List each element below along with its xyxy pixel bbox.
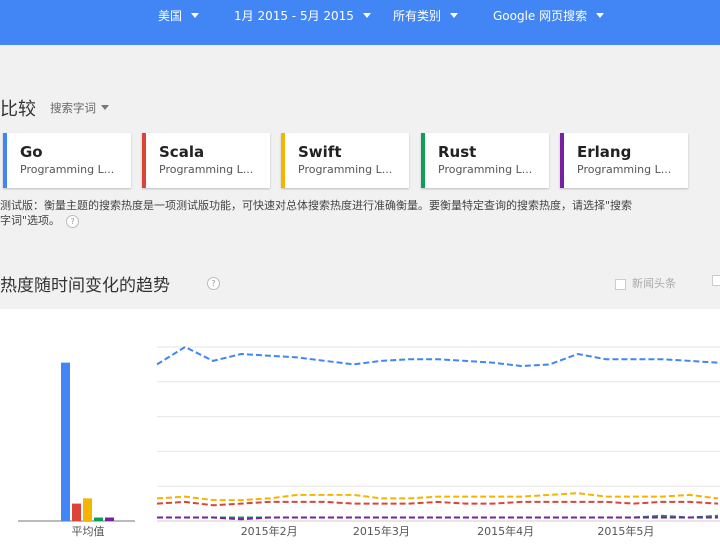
category-filter[interactable]: 所有类别 [393,7,459,24]
term-name: Go [20,143,43,161]
term-category: Programming L... [298,163,393,176]
trend-chart: 平均值 2015年2月 2015年3月 2015年4月 2015年5月 [18,345,720,538]
term-color-bar [560,133,564,188]
average-bar [61,362,70,521]
beta-notice: 测试版：衡量主题的搜索热度是一项测试版功能，可快速对总体搜索热度进行准确衡量。要… [0,198,640,228]
term-category: Programming L... [20,163,115,176]
term-card-scala[interactable]: Scala Programming L... [142,133,270,188]
chevron-down-icon [362,13,371,18]
term-name: Rust [438,143,477,161]
term-color-bar [281,133,285,188]
term-category: Programming L... [438,163,533,176]
term-card-erlang[interactable]: Erlang Programming L... [560,133,688,188]
help-icon[interactable]: ? [207,277,220,290]
term-card-go[interactable]: Go Programming L... [3,133,131,188]
x-tick-label: 2015年5月 [597,524,654,538]
term-category: Programming L... [159,163,254,176]
average-bar [72,503,81,521]
region-filter[interactable]: 美国 [158,7,200,24]
average-bar [105,517,114,521]
forecast-checkbox[interactable] [712,275,720,286]
series-line-scala [156,500,719,507]
x-tick-label: 2015年2月 [241,524,298,538]
trend-section-title: 热度随时间变化的趋势 [0,276,170,296]
x-tick-label: 2015年4月 [477,524,534,538]
average-label: 平均值 [72,525,105,538]
region-filter-label: 美国 [158,9,183,23]
term-name: Scala [159,143,205,161]
compare-title: 比较 [0,99,36,120]
term-color-bar [421,133,425,188]
time-range-filter[interactable]: 1月 2015 - 5月 2015 [234,7,371,24]
checkbox-box [615,278,626,290]
search-type-filter-label: Google 网页搜索 [493,9,588,23]
term-card-rust[interactable]: Rust Programming L... [421,133,549,188]
trend-chart-panel: 平均值 2015年2月 2015年3月 2015年4月 2015年5月 [0,309,720,544]
chevron-down-icon [101,105,109,110]
term-name: Erlang [577,143,632,161]
average-bar [94,517,103,521]
series-line-swift [156,492,719,502]
chevron-down-icon [450,13,459,18]
average-bar [83,498,92,521]
chevron-down-icon [191,13,200,18]
term-name: Swift [298,143,342,161]
term-color-bar [142,133,146,188]
news-headlines-checkbox[interactable]: 新闻头条 [615,275,676,291]
compare-mode-label: 搜索字词 [50,101,96,115]
chevron-down-icon [596,13,605,18]
category-filter-label: 所有类别 [393,9,442,23]
series-line-go [156,345,719,368]
search-type-filter[interactable]: Google 网页搜索 [493,7,605,24]
time-range-filter-label: 1月 2015 - 5月 2015 [234,9,354,23]
term-color-bar [3,133,7,188]
compare-mode-dropdown[interactable]: 搜索字词 [50,100,109,116]
term-category: Programming L... [577,163,672,176]
news-headlines-label: 新闻头条 [632,277,676,290]
beta-notice-text: 测试版：衡量主题的搜索热度是一项测试版功能，可快速对总体搜索热度进行准确衡量。要… [0,199,633,227]
x-tick-label: 2015年3月 [353,524,410,538]
top-filter-bar: 美国 1月 2015 - 5月 2015 所有类别 Google 网页搜索 [0,0,720,45]
help-icon[interactable]: ? [66,214,80,228]
term-card-swift[interactable]: Swift Programming L... [281,133,409,188]
